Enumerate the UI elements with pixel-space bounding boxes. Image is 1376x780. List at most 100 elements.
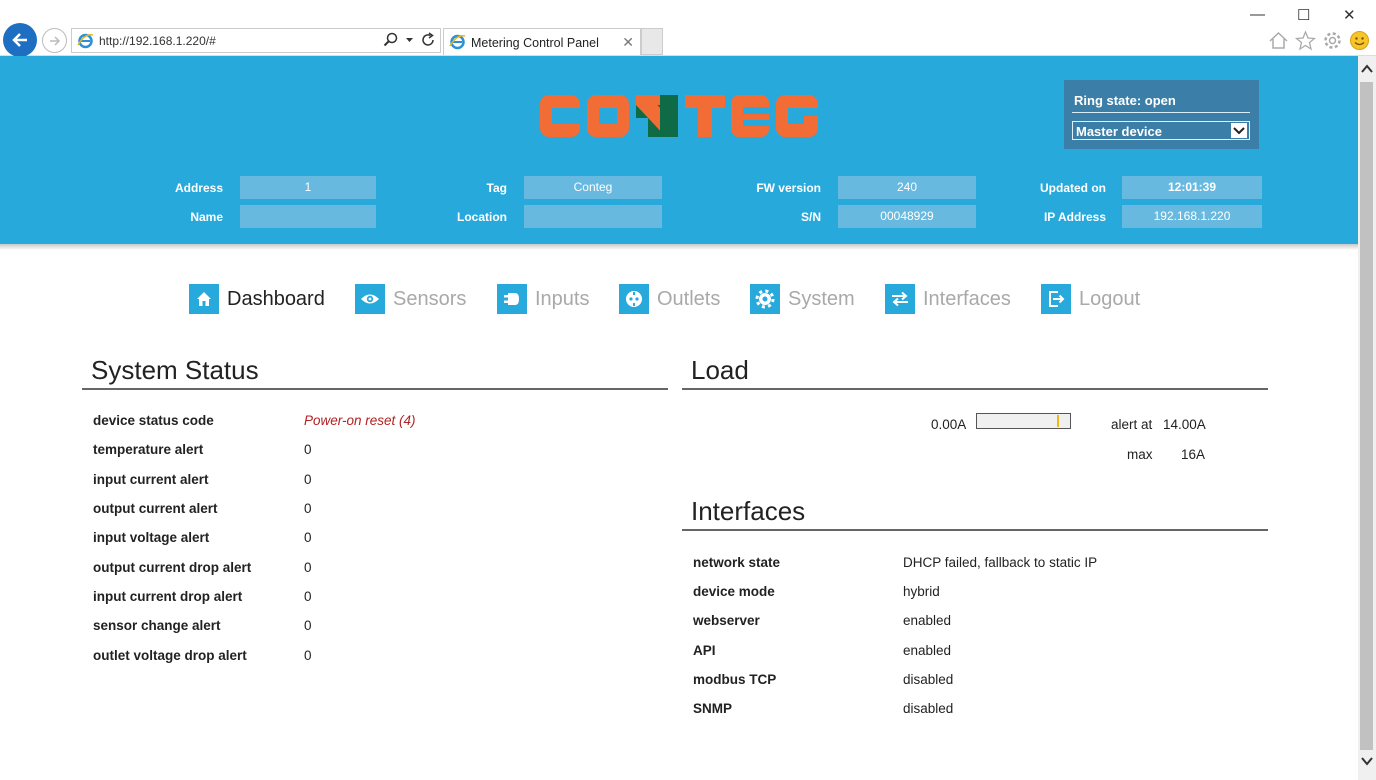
nav-sensors-label: Sensors bbox=[393, 287, 467, 310]
forward-button[interactable] bbox=[42, 28, 67, 53]
section-divider bbox=[682, 388, 1268, 390]
alert-at-label: alert at bbox=[1111, 417, 1153, 432]
window-close-button[interactable]: ✕ bbox=[1343, 6, 1356, 24]
ie-logo-icon bbox=[77, 33, 94, 49]
minimize-button[interactable]: — bbox=[1250, 6, 1265, 23]
nav-system[interactable]: System bbox=[750, 283, 855, 315]
home-icon[interactable] bbox=[1268, 30, 1289, 51]
tab-metering-control-panel[interactable]: Metering Control Panel ✕ bbox=[443, 28, 641, 55]
location-value bbox=[524, 205, 662, 228]
chevron-down-icon bbox=[1231, 123, 1247, 138]
section-divider bbox=[682, 529, 1268, 531]
browser-toolbar-icons bbox=[1268, 30, 1370, 51]
nav-dashboard-label: Dashboard bbox=[227, 287, 325, 310]
status-value: 0 bbox=[304, 501, 312, 516]
ring-state-text: Ring state: open bbox=[1074, 93, 1176, 108]
status-value: 0 bbox=[304, 560, 312, 575]
nav-logout-label: Logout bbox=[1079, 287, 1141, 310]
browser-chrome: http://192.168.1.220/# Metering Control … bbox=[0, 0, 1376, 57]
back-button[interactable] bbox=[3, 23, 37, 57]
ip-address-value: 192.168.1.220 bbox=[1122, 205, 1262, 228]
ring-state-panel: Ring state: open Master device bbox=[1064, 80, 1259, 149]
status-value: 0 bbox=[304, 472, 312, 487]
tag-label: Tag bbox=[486, 181, 507, 195]
arrow-left-icon bbox=[12, 33, 27, 47]
fw-version-label: FW version bbox=[756, 181, 821, 195]
nav-outlets[interactable]: Outlets bbox=[619, 283, 720, 315]
address-value: 1 bbox=[240, 176, 376, 199]
gear-icon bbox=[750, 284, 780, 314]
status-label: output current drop alert bbox=[93, 560, 252, 575]
outlet-icon bbox=[619, 284, 649, 314]
status-label: sensor change alert bbox=[93, 618, 221, 633]
dropdown-icon[interactable] bbox=[405, 32, 414, 48]
address-label: Address bbox=[174, 181, 223, 195]
interface-label: modbus TCP bbox=[693, 672, 777, 687]
fw-version-value: 240 bbox=[838, 176, 976, 199]
nav-inputs[interactable]: Inputs bbox=[497, 283, 589, 315]
status-label: device status code bbox=[93, 413, 214, 428]
interface-value: disabled bbox=[903, 672, 954, 687]
nav-outlets-label: Outlets bbox=[657, 287, 721, 310]
nav-logout[interactable]: Logout bbox=[1041, 283, 1140, 315]
nav-interfaces-label: Interfaces bbox=[923, 287, 1011, 310]
interface-label: SNMP bbox=[693, 701, 733, 716]
load-current-value: 0.00A bbox=[931, 417, 967, 432]
status-value: 0 bbox=[304, 648, 312, 663]
section-divider bbox=[82, 388, 668, 390]
nav-system-label: System bbox=[788, 287, 855, 310]
interface-label: device mode bbox=[693, 584, 775, 599]
device-select-value: Master device bbox=[1076, 124, 1162, 139]
new-tab-button[interactable] bbox=[641, 28, 663, 55]
conteg-logo bbox=[540, 95, 818, 137]
scroll-up-icon[interactable] bbox=[1361, 64, 1373, 74]
search-icon[interactable] bbox=[383, 32, 399, 48]
status-value: 0 bbox=[304, 530, 312, 545]
eye-icon bbox=[355, 284, 385, 314]
device-select[interactable]: Master device bbox=[1072, 121, 1250, 140]
status-label: input current alert bbox=[93, 472, 209, 487]
load-bar bbox=[976, 413, 1071, 429]
status-label: output current alert bbox=[93, 501, 218, 516]
interface-label: API bbox=[693, 643, 716, 658]
nav-sensors[interactable]: Sensors bbox=[355, 283, 466, 315]
updated-on-label: Updated on bbox=[1040, 181, 1106, 195]
scrollbar-thumb[interactable] bbox=[1360, 82, 1373, 750]
home-icon bbox=[189, 284, 219, 314]
interface-value: DHCP failed, fallback to static IP bbox=[903, 555, 1098, 570]
system-status-title: System Status bbox=[91, 355, 259, 385]
interface-label: webserver bbox=[693, 613, 760, 628]
ip-address-label: IP Address bbox=[1043, 210, 1106, 224]
serial-number-value: 00048929 bbox=[838, 205, 976, 228]
maximize-button[interactable]: ☐ bbox=[1297, 6, 1310, 24]
location-label: Location bbox=[457, 210, 507, 224]
url-text: http://192.168.1.220/# bbox=[99, 34, 216, 48]
feedback-smiley-icon[interactable] bbox=[1349, 30, 1370, 51]
interface-value: disabled bbox=[903, 701, 954, 716]
refresh-icon[interactable] bbox=[420, 32, 436, 48]
interface-value: enabled bbox=[903, 643, 952, 658]
name-value bbox=[240, 205, 376, 228]
settings-gear-icon[interactable] bbox=[1322, 30, 1343, 51]
max-value: 16A bbox=[1181, 447, 1206, 462]
favorites-star-icon[interactable] bbox=[1295, 30, 1316, 51]
divider bbox=[1072, 112, 1250, 113]
scroll-down-icon[interactable] bbox=[1361, 756, 1373, 766]
alert-threshold-marker bbox=[1057, 415, 1059, 427]
status-label: input current drop alert bbox=[93, 589, 243, 604]
status-label: temperature alert bbox=[93, 442, 204, 457]
status-value: Power-on reset (4) bbox=[304, 413, 416, 428]
alert-at-value: 14.00A bbox=[1163, 417, 1206, 432]
nav-dashboard[interactable]: Dashboard bbox=[189, 283, 325, 315]
tag-value: Conteg bbox=[524, 176, 662, 199]
nav-inputs-label: Inputs bbox=[535, 287, 590, 310]
vertical-scrollbar[interactable] bbox=[1358, 56, 1376, 780]
serial-number-label: S/N bbox=[800, 210, 821, 224]
plug-icon bbox=[497, 284, 527, 314]
interfaces-title: Interfaces bbox=[691, 496, 806, 526]
address-bar[interactable]: http://192.168.1.220/# bbox=[71, 28, 441, 53]
nav-interfaces[interactable]: Interfaces bbox=[885, 283, 1011, 315]
tab-close-icon[interactable]: ✕ bbox=[622, 34, 634, 51]
status-value: 0 bbox=[304, 618, 312, 633]
name-label: Name bbox=[190, 210, 223, 224]
